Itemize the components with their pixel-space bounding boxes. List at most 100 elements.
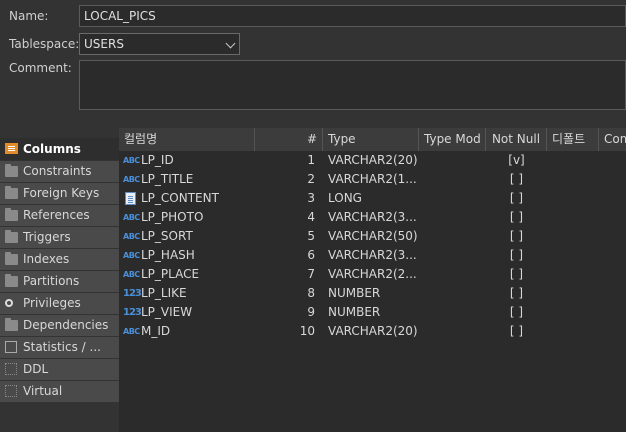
column-name-cell: LP_CONTENT: [141, 191, 219, 205]
string-type-icon: ABC: [123, 270, 140, 279]
grid-header: 컬럼명 # Type Type Mod Not Null 디폴트 Com: [119, 128, 626, 151]
tab-virtual[interactable]: Virtual: [0, 381, 119, 402]
comment-input[interactable]: [79, 60, 626, 110]
column-type-cell: VARCHAR2(3...: [328, 210, 417, 224]
lob-type-icon: [125, 192, 136, 205]
folder-icon: [5, 186, 18, 199]
column-number-cell: 1: [307, 153, 315, 167]
chevron-down-icon: [225, 38, 236, 49]
tab-foreign-keys[interactable]: Foreign Keys: [0, 183, 119, 204]
header-column-name[interactable]: 컬럼명: [119, 128, 255, 151]
tab-indexes[interactable]: Indexes: [0, 249, 119, 270]
header-type-mod[interactable]: Type Mod: [419, 128, 486, 151]
column-type-cell: LONG: [328, 191, 362, 205]
column-type-cell: VARCHAR2(20): [328, 153, 418, 167]
table-row[interactable]: ABC M_ID 10 VARCHAR2(20) [ ]: [119, 322, 626, 341]
column-type-cell: VARCHAR2(2...: [328, 267, 417, 281]
name-label: Name:: [9, 9, 49, 23]
header-column-number[interactable]: #: [255, 128, 323, 151]
column-name-cell: LP_HASH: [141, 248, 195, 262]
tab-privileges[interactable]: Privileges: [0, 293, 119, 314]
string-type-icon: ABC: [123, 327, 140, 336]
tab-label: Foreign Keys: [23, 186, 100, 200]
column-name-cell: LP_LIKE: [141, 286, 187, 300]
tab-partitions[interactable]: Partitions: [0, 271, 119, 292]
column-number-cell: 10: [299, 324, 315, 338]
tab-label: Columns: [23, 142, 81, 156]
table-row[interactable]: 123 LP_LIKE 8 NUMBER [ ]: [119, 284, 626, 303]
table-row[interactable]: ABC LP_SORT 5 VARCHAR2(50) [ ]: [119, 227, 626, 246]
table-row[interactable]: ABC LP_PLACE 7 VARCHAR2(2... [ ]: [119, 265, 626, 284]
not-null-checkbox: [ ]: [509, 305, 524, 319]
tab-label: Dependencies: [23, 318, 109, 332]
tab-statistics[interactable]: Statistics / ...: [0, 337, 119, 358]
not-null-checkbox: [ ]: [509, 324, 524, 338]
column-name-cell: LP_TITLE: [141, 172, 194, 186]
number-type-icon: 123: [123, 288, 142, 299]
not-null-checkbox: [ ]: [509, 286, 524, 300]
header-not-null[interactable]: Not Null: [486, 128, 547, 151]
not-null-checkbox: [v]: [508, 153, 525, 167]
not-null-checkbox: [ ]: [509, 267, 524, 281]
virtual-icon: [5, 385, 17, 397]
column-name-cell: M_ID: [141, 324, 171, 338]
tab-label: Triggers: [23, 230, 71, 244]
folder-icon: [5, 318, 18, 331]
table-row[interactable]: ABC LP_HASH 6 VARCHAR2(3... [ ]: [119, 246, 626, 265]
tab-constraints[interactable]: Constraints: [0, 161, 119, 182]
tab-triggers[interactable]: Triggers: [0, 227, 119, 248]
table-row[interactable]: ABC LP_ID 1 VARCHAR2(20) [v]: [119, 151, 626, 170]
string-type-icon: ABC: [123, 175, 140, 184]
tab-references[interactable]: References: [0, 205, 119, 226]
column-type-cell: VARCHAR2(20): [328, 324, 418, 338]
tab-label: Virtual: [23, 384, 63, 398]
string-type-icon: ABC: [123, 213, 140, 222]
header-comment[interactable]: Com: [599, 128, 626, 151]
tab-label: Statistics / ...: [23, 340, 101, 354]
header-default[interactable]: 디폴트: [547, 128, 599, 151]
folder-icon: [5, 208, 18, 221]
table-row[interactable]: ABC LP_TITLE 2 VARCHAR2(1... [ ]: [119, 170, 626, 189]
folder-icon: [5, 230, 18, 243]
column-type-cell: VARCHAR2(50): [328, 229, 418, 243]
name-input[interactable]: LOCAL_PICS: [79, 5, 626, 27]
not-null-checkbox: [ ]: [509, 248, 524, 262]
columns-grid[interactable]: 컬럼명 # Type Type Mod Not Null 디폴트 Com ABC…: [119, 128, 626, 432]
tab-label: DDL: [23, 362, 49, 376]
tablespace-label: Tablespace:: [9, 37, 80, 51]
column-type-cell: NUMBER: [328, 286, 381, 300]
column-name-cell: LP_PHOTO: [141, 210, 204, 224]
tab-label: References: [23, 208, 90, 222]
tab-label: Privileges: [23, 296, 81, 310]
column-name-cell: LP_VIEW: [141, 305, 193, 319]
table-row[interactable]: LP_CONTENT 3 LONG [ ]: [119, 189, 626, 208]
string-type-icon: ABC: [123, 156, 140, 165]
folder-icon: [5, 274, 18, 287]
editor-tab-list: Columns Constraints Foreign Keys References…: [0, 138, 119, 403]
column-name-cell: LP_SORT: [141, 229, 193, 243]
header-type[interactable]: Type: [323, 128, 419, 151]
tablespace-value: USERS: [84, 37, 124, 51]
string-type-icon: ABC: [123, 251, 140, 260]
table-row[interactable]: 123 LP_VIEW 9 NUMBER [ ]: [119, 303, 626, 322]
column-number-cell: 9: [307, 305, 315, 319]
tab-ddl[interactable]: DDL: [0, 359, 119, 380]
tab-columns[interactable]: Columns: [0, 138, 119, 160]
folder-icon: [5, 252, 18, 265]
column-number-cell: 6: [307, 248, 315, 262]
tab-dependencies[interactable]: Dependencies: [0, 315, 119, 336]
tablespace-select[interactable]: USERS: [79, 33, 240, 55]
table-row[interactable]: ABC LP_PHOTO 4 VARCHAR2(3... [ ]: [119, 208, 626, 227]
column-type-cell: VARCHAR2(1...: [328, 172, 417, 186]
info-icon: [5, 341, 17, 353]
column-type-cell: VARCHAR2(3...: [328, 248, 417, 262]
comment-label: Comment:: [9, 61, 72, 75]
number-type-icon: 123: [123, 307, 142, 318]
constraints-icon: [5, 164, 18, 177]
column-number-cell: 2: [307, 172, 315, 186]
column-number-cell: 3: [307, 191, 315, 205]
not-null-checkbox: [ ]: [509, 229, 524, 243]
column-name-cell: LP_PLACE: [141, 267, 200, 281]
not-null-checkbox: [ ]: [509, 191, 524, 205]
ddl-icon: [5, 363, 17, 375]
